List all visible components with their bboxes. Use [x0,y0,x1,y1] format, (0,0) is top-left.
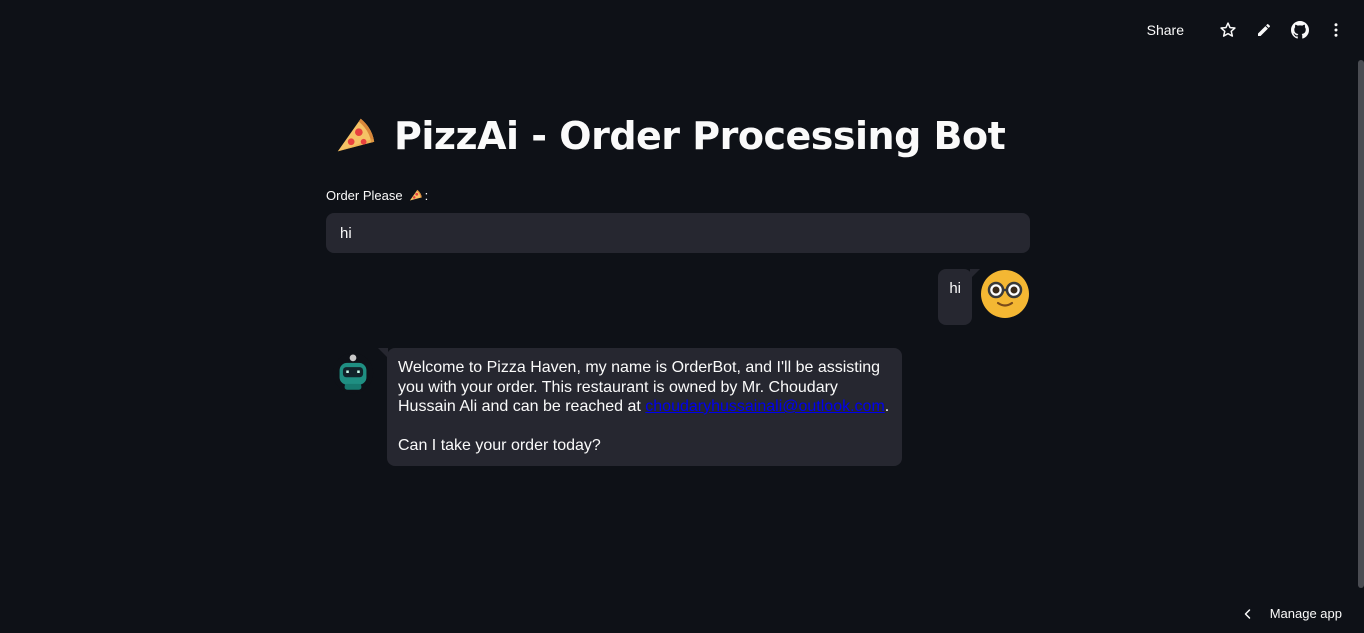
nerd-face-avatar [981,270,1029,318]
pencil-icon[interactable] [1254,20,1274,40]
star-icon[interactable] [1218,20,1238,40]
assistant-message-bubble: Welcome to Pizza Haven, my name is Order… [378,348,902,466]
order-input-value: hi [340,224,352,242]
assistant-message-text-end: . [884,398,890,415]
manage-app-button[interactable]: Manage app [1242,606,1342,621]
assistant-message-followup: Can I take your order today? [398,437,601,454]
manage-app-label: Manage app [1269,606,1342,621]
pizza-icon [337,118,375,152]
pizza-icon [409,189,422,201]
assistant-message-paragraph: Welcome to Pizza Haven, my name is Order… [398,358,891,417]
more-vertical-icon[interactable] [1326,20,1346,40]
user-message: hi [938,269,1030,325]
scrollbar[interactable] [1358,60,1364,588]
user-message-bubble: hi [938,269,980,325]
order-input-label-text: Order Please [326,188,403,203]
app-root: Share PizzAi - Order Processing Bot Orde… [0,0,1364,633]
top-toolbar: Share [1147,16,1346,44]
page-title-text: PizzAi - Order Processing Bot [394,114,1006,158]
order-input-label: Order Please : [326,188,428,203]
email-link[interactable]: choudaryhussainali@outlook.com [645,398,884,415]
order-input[interactable]: hi [326,213,1030,253]
order-input-label-suffix: : [424,188,429,203]
robot-avatar [332,352,374,394]
user-message-text: hi [949,280,961,297]
assistant-message: Welcome to Pizza Haven, my name is Order… [332,348,902,466]
github-icon[interactable] [1290,20,1310,40]
page-title: PizzAi - Order Processing Bot [332,113,1006,159]
share-button[interactable]: Share [1147,22,1184,38]
chevron-left-icon [1242,608,1254,620]
